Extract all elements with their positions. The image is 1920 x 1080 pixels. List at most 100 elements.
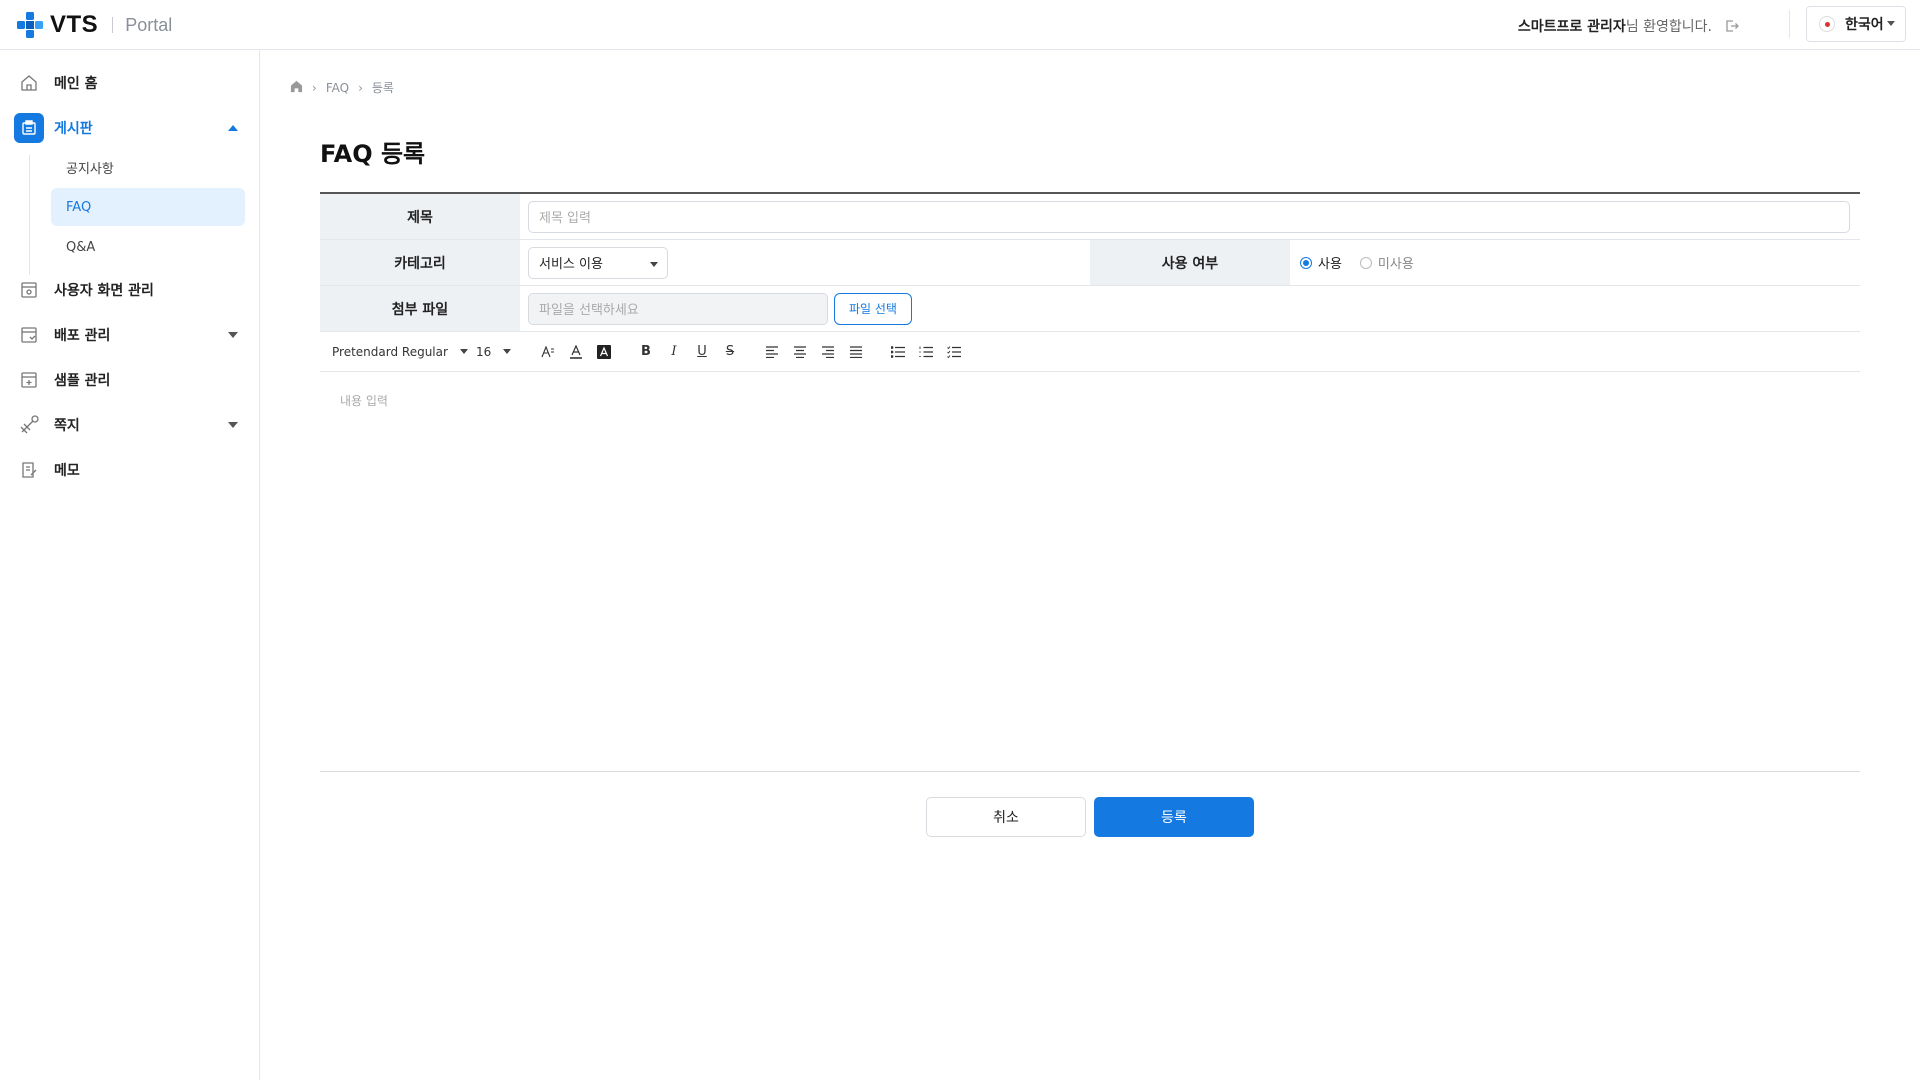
use-label: 사용 여부 [1090, 240, 1290, 285]
chevron-down-icon [228, 422, 238, 428]
sidebar: 메인 홈 게시판 공지사항 FAQ Q&A 사용자 화면 관리 배포 관리 샘플… [0, 50, 260, 1080]
sidebar-subitem-notice[interactable]: 공지사항 [51, 148, 245, 186]
file-placeholder: 파일을 선택하세요 [539, 303, 639, 318]
strikethrough-icon[interactable]: S [716, 338, 744, 366]
top-header: VTS Portal 스마트프로 관리자 님 환영합니다. 한국어 [0, 0, 1920, 50]
underline-icon[interactable]: U [688, 338, 716, 366]
chevron-down-icon [1887, 21, 1895, 26]
bulleted-list-icon[interactable] [884, 338, 912, 366]
checklist-icon[interactable] [940, 338, 968, 366]
font-size-select[interactable]: 16 [476, 345, 534, 359]
memo-icon [14, 455, 44, 485]
sidebar-item-label: 메모 [54, 463, 80, 479]
use-radio-off[interactable]: 미사용 [1359, 253, 1414, 272]
bold-icon[interactable]: B [632, 338, 660, 366]
font-family-value: Pretendard Regular [332, 344, 448, 359]
radio-unselected-icon [1359, 256, 1372, 269]
title-placeholder: 제목 입력 [539, 211, 591, 226]
welcome-tail: 님 환영합니다. [1625, 19, 1712, 35]
sidebar-item-user-screen[interactable]: 사용자 화면 관리 [14, 272, 246, 308]
home-icon [14, 68, 44, 98]
file-label: 첨부 파일 [320, 286, 520, 331]
align-justify-icon[interactable] [842, 338, 870, 366]
language-select[interactable]: 한국어 [1806, 6, 1906, 42]
use-on-label: 사용 [1318, 257, 1342, 272]
korea-flag-icon [1819, 16, 1835, 32]
font-size-adjust-icon[interactable] [534, 338, 562, 366]
sidebar-subitem-label: Q&A [66, 239, 96, 255]
logout-icon[interactable] [1724, 18, 1740, 34]
sidebar-item-label: 샘플 관리 [54, 373, 111, 389]
sidebar-item-deploy[interactable]: 배포 관리 [14, 317, 246, 353]
editor-toolbar: Pretendard Regular 16 B I U S [320, 332, 1860, 372]
sidebar-subitem-faq[interactable]: FAQ [51, 188, 245, 226]
sidebar-item-label: 메인 홈 [54, 76, 98, 92]
sidebar-subitem-label: 공지사항 [66, 161, 114, 177]
sidebar-item-label: 쪽지 [54, 418, 80, 434]
logo-subtitle: Portal [125, 14, 173, 35]
breadcrumb-separator: › [312, 80, 317, 95]
logo[interactable]: VTS Portal [15, 10, 172, 40]
vts-logo-icon [15, 10, 45, 40]
background-color-icon[interactable] [590, 338, 618, 366]
radio-selected-icon [1300, 256, 1312, 269]
category-label: 카테고리 [320, 240, 520, 285]
page-title: FAQ 등록 [320, 140, 426, 168]
title-input[interactable]: 제목 입력 [528, 200, 1850, 233]
sidebar-item-label: 배포 관리 [54, 328, 111, 344]
language-label: 한국어 [1845, 17, 1884, 33]
content-editor[interactable]: 내용 입력 [320, 372, 1860, 772]
align-center-icon[interactable] [786, 338, 814, 366]
screen-settings-icon [14, 275, 44, 305]
cancel-button[interactable]: 취소 [926, 797, 1086, 837]
breadcrumb-item[interactable]: FAQ [326, 81, 349, 95]
faq-form: 제목 제목 입력 카테고리 서비스 이용 사용 여부 사용 미사용 첨부 파일 … [320, 192, 1860, 772]
header-divider [1789, 10, 1790, 38]
logo-text: VTS [50, 11, 99, 38]
sidebar-item-label: 게시판 [54, 121, 93, 137]
use-off-label: 미사용 [1377, 257, 1414, 272]
sample-icon [14, 365, 44, 395]
chevron-down-icon [650, 261, 658, 267]
logo-divider [112, 17, 114, 33]
category-select[interactable]: 서비스 이용 [528, 246, 668, 279]
message-icon [14, 410, 44, 440]
category-value: 서비스 이용 [539, 257, 603, 272]
sidebar-item-message[interactable]: 쪽지 [14, 407, 246, 443]
text-color-icon[interactable] [562, 338, 590, 366]
chevron-down-icon [503, 349, 512, 354]
chevron-up-icon [228, 125, 238, 131]
submenu-guide-line [29, 155, 30, 275]
file-select-button[interactable]: 파일 선택 [834, 292, 912, 325]
align-right-icon[interactable] [814, 338, 842, 366]
italic-icon[interactable]: I [660, 338, 688, 366]
sidebar-item-memo[interactable]: 메모 [14, 452, 246, 488]
font-family-select[interactable]: Pretendard Regular [332, 345, 472, 359]
board-icon [14, 113, 44, 143]
title-label: 제목 [320, 194, 520, 239]
sidebar-item-sample[interactable]: 샘플 관리 [14, 362, 246, 398]
chevron-down-icon [459, 349, 468, 354]
home-icon[interactable] [290, 80, 303, 96]
sidebar-item-label: 사용자 화면 관리 [54, 283, 154, 299]
form-row-title: 제목 제목 입력 [320, 194, 1860, 240]
form-row-file: 첨부 파일 파일을 선택하세요 파일 선택 [320, 286, 1860, 332]
chevron-down-icon [228, 332, 238, 338]
breadcrumb: › FAQ › 등록 [290, 79, 394, 96]
sidebar-subitem-qna[interactable]: Q&A [51, 228, 245, 266]
file-input[interactable]: 파일을 선택하세요 [528, 292, 828, 325]
breadcrumb-separator: › [358, 80, 363, 95]
sidebar-item-home[interactable]: 메인 홈 [14, 65, 246, 101]
deploy-icon [14, 320, 44, 350]
numbered-list-icon[interactable] [912, 338, 940, 366]
user-name: 스마트프로 관리자 [1517, 19, 1626, 35]
sidebar-subitem-label: FAQ [66, 199, 92, 215]
content-placeholder: 내용 입력 [340, 394, 388, 408]
breadcrumb-item: 등록 [371, 81, 394, 95]
use-radio-on[interactable]: 사용 [1300, 253, 1342, 272]
submit-button[interactable]: 등록 [1094, 797, 1254, 837]
welcome-message: 스마트프로 관리자 님 환영합니다. [1518, 16, 1740, 36]
form-row-category: 카테고리 서비스 이용 사용 여부 사용 미사용 [320, 240, 1860, 286]
sidebar-item-board[interactable]: 게시판 [14, 110, 246, 146]
align-left-icon[interactable] [758, 338, 786, 366]
